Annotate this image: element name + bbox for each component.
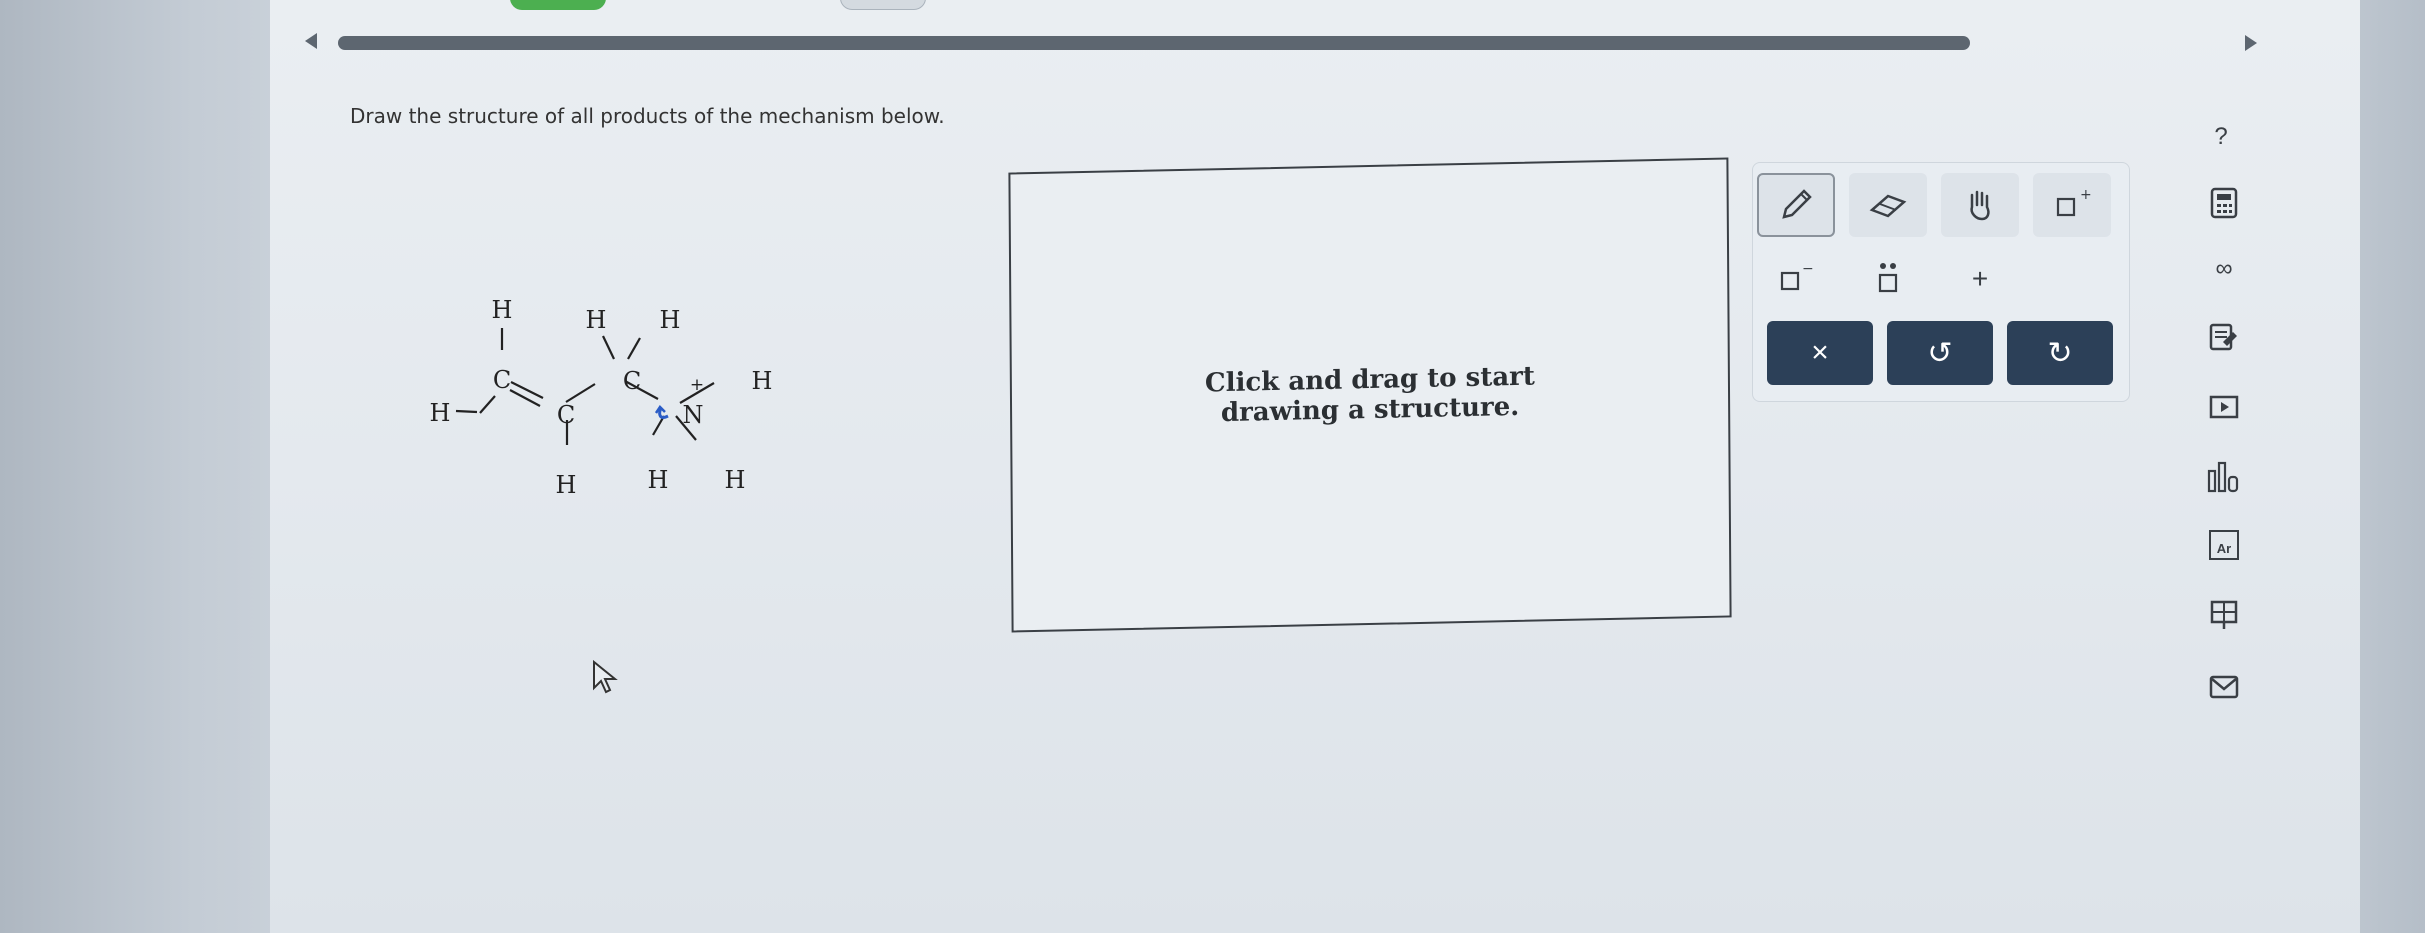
atom-h-c3-right: H: [659, 306, 681, 334]
mail-icon: [2209, 675, 2239, 699]
drawing-toolbar: + − + × ↺ ↻: [1752, 162, 2130, 402]
mechanism-structure: H C H C H H H C N + H H H: [420, 285, 800, 505]
negative-charge-icon: −: [1780, 261, 1814, 291]
atom-c3: C: [622, 367, 642, 395]
clear-button[interactable]: ×: [1767, 321, 1873, 385]
hand-icon: [1970, 190, 1990, 221]
atom-h-top: H: [491, 296, 513, 324]
infinity-icon: ∞: [2215, 255, 2233, 282]
minus-glyph: −: [1802, 261, 1814, 277]
calculator-button[interactable]: [2205, 184, 2243, 222]
scroll-right-icon[interactable]: [2245, 35, 2257, 51]
scroll-left-icon[interactable]: [305, 33, 317, 49]
video-icon: [2209, 395, 2239, 419]
top-tab-green[interactable]: [510, 0, 606, 10]
eraser-tool[interactable]: [1849, 173, 1927, 237]
horizontal-scrollbar[interactable]: [338, 36, 1970, 50]
data-table-icon: [2210, 600, 2238, 629]
redo-icon: ↻: [2047, 336, 2073, 370]
calculator-icon: [2210, 187, 2238, 219]
chart-icon: [2207, 461, 2239, 493]
chart-button[interactable]: [2205, 458, 2243, 496]
atom-h-n-right: H: [751, 367, 773, 395]
atom-h-n-br: H: [724, 466, 746, 494]
undo-button[interactable]: ↺: [1887, 321, 1993, 385]
canvas-hint: Click and drag to start drawing a struct…: [1012, 358, 1728, 433]
atom-h-c3-left: H: [585, 306, 607, 334]
n-positive-charge: +: [689, 375, 705, 395]
atom-h-left: H: [429, 399, 451, 427]
top-tab-1[interactable]: [840, 0, 926, 10]
eraser-icon: [1869, 194, 1907, 218]
periodic-table-button[interactable]: Ar: [2205, 526, 2243, 564]
pencil-tool[interactable]: [1757, 173, 1835, 237]
positive-charge-icon: +: [2056, 187, 2092, 217]
add-tool[interactable]: +: [1941, 247, 2019, 311]
hand-tool[interactable]: [1941, 173, 2019, 237]
question-icon: ?: [2214, 123, 2228, 150]
atom-c2: C: [556, 401, 576, 429]
atom-n: N: [682, 401, 704, 429]
redo-button[interactable]: ↻: [2007, 321, 2113, 385]
lone-pair-tool[interactable]: [1849, 247, 1927, 311]
periodic-table-label: Ar: [2216, 541, 2232, 556]
undo-icon: ↺: [1927, 336, 1953, 370]
atom-c1: C: [492, 366, 512, 394]
negative-charge-tool[interactable]: −: [1757, 247, 1835, 311]
periodic-table-icon: Ar: [2209, 530, 2239, 560]
plus-glyph: +: [2080, 187, 2092, 203]
notes-button[interactable]: [2205, 318, 2243, 356]
help-button[interactable]: ?: [2202, 118, 2240, 156]
video-button[interactable]: [2205, 388, 2243, 426]
atom-h-n-bl: H: [647, 466, 669, 494]
atom-h-bottom: H: [555, 471, 577, 499]
infinity-button[interactable]: ∞: [2205, 250, 2243, 288]
data-table-button[interactable]: [2205, 596, 2243, 634]
notes-icon: [2209, 323, 2237, 351]
close-icon: ×: [1811, 336, 1829, 369]
lone-pair-icon: [1878, 263, 1898, 293]
pencil-icon: [1782, 189, 1812, 219]
add-icon: +: [1971, 263, 1989, 294]
mail-button[interactable]: [2205, 668, 2243, 706]
mouse-cursor-icon: [592, 659, 620, 701]
question-text: Draw the structure of all products of th…: [350, 104, 945, 128]
drawing-canvas[interactable]: Click and drag to start drawing a struct…: [1008, 157, 1732, 633]
positive-charge-tool[interactable]: +: [2033, 173, 2111, 237]
top-tabs: [500, 0, 1500, 12]
